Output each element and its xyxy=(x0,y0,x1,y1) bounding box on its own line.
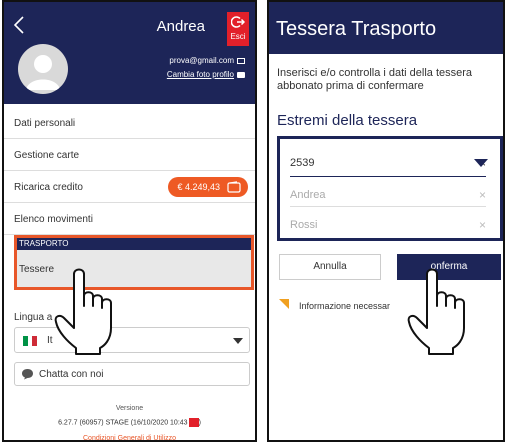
language-label: Lingua a xyxy=(14,312,53,323)
chat-icon xyxy=(22,369,33,380)
avatar-icon[interactable] xyxy=(18,44,68,94)
menu-label: Dati personali xyxy=(14,118,76,129)
change-photo-link[interactable]: Cambia foto profilo xyxy=(167,70,245,79)
chevron-down-icon xyxy=(233,338,243,344)
profile-header: Andrea Esci prova@gmail.com Cambia foto … xyxy=(4,2,255,104)
warning-badge-icon xyxy=(188,418,199,427)
last-name-field[interactable]: Rossi × xyxy=(290,213,486,237)
camera-icon xyxy=(237,71,245,78)
email-value: prova@gmail.com xyxy=(169,56,234,65)
chat-button[interactable]: Chatta con noi xyxy=(14,362,250,386)
menu-label: Tessere xyxy=(19,264,55,275)
user-name: Andrea xyxy=(156,18,205,35)
intro-text: Inserisci e/o controlla i dati della tes… xyxy=(277,67,473,92)
card-number-value: 2539 xyxy=(290,157,315,169)
menu-label: Gestione carte xyxy=(14,150,80,161)
profile-screen: Andrea Esci prova@gmail.com Cambia foto … xyxy=(2,0,257,442)
version-text: 6.27.7 (60957) STAGE (16/10/2020 10:43) xyxy=(58,418,201,427)
menu-label: Ricarica credito xyxy=(14,182,83,193)
email-text: prova@gmail.com xyxy=(169,56,245,65)
required-info-text: Informazione necessar xyxy=(299,301,391,311)
transport-section-header: TRASPORTO xyxy=(17,238,251,250)
version-value: 6.27.7 (60957) STAGE (16/10/2020 10:43 xyxy=(58,419,188,427)
credit-badge[interactable]: € 4.249,43 xyxy=(168,177,248,197)
logout-button[interactable]: Esci xyxy=(227,12,249,46)
version-title: Versione xyxy=(115,405,144,412)
first-name-field[interactable]: Andrea × xyxy=(290,183,486,207)
logout-label: Esci xyxy=(230,32,246,41)
first-name-value: Andrea xyxy=(290,189,326,201)
mail-icon xyxy=(237,57,245,64)
back-arrow-icon[interactable] xyxy=(14,16,24,34)
cancel-button[interactable]: Annulla xyxy=(279,254,381,280)
logout-icon xyxy=(231,16,245,28)
chat-label: Chatta con noi xyxy=(39,369,104,380)
card-number-field[interactable]: 2539 × xyxy=(290,149,486,177)
required-marker-icon xyxy=(279,299,289,309)
menu-item-movements[interactable]: Elenco movimenti xyxy=(4,203,255,235)
wallet-icon xyxy=(227,181,241,193)
italy-flag-icon xyxy=(23,336,38,346)
chevron-down-icon[interactable] xyxy=(474,159,488,167)
menu-label: Elenco movimenti xyxy=(14,214,93,225)
menu-item-personal-data[interactable]: Dati personali xyxy=(4,107,255,139)
page-title: Tessera Trasporto xyxy=(269,2,503,54)
pointing-hand-icon xyxy=(407,268,465,355)
last-name-value: Rossi xyxy=(290,219,318,231)
card-screen: Tessera Trasporto Inserisci e/o controll… xyxy=(267,0,505,442)
change-photo-label: Cambia foto profilo xyxy=(166,70,234,79)
clear-icon[interactable]: × xyxy=(479,218,486,232)
card-form: 2539 × Andrea × Rossi × xyxy=(277,136,503,241)
menu-item-top-up[interactable]: Ricarica credito € 4.249,43 xyxy=(4,171,255,203)
clear-icon[interactable]: × xyxy=(479,188,486,202)
credit-amount: € 4.249,43 xyxy=(177,182,220,192)
pointing-hand-icon xyxy=(54,268,112,355)
section-title: Estremi della tessera xyxy=(277,112,418,129)
menu-item-cards[interactable]: Gestione carte xyxy=(4,139,255,171)
conditions-link[interactable]: Condizioni Generali di Utilizzo xyxy=(4,435,255,440)
